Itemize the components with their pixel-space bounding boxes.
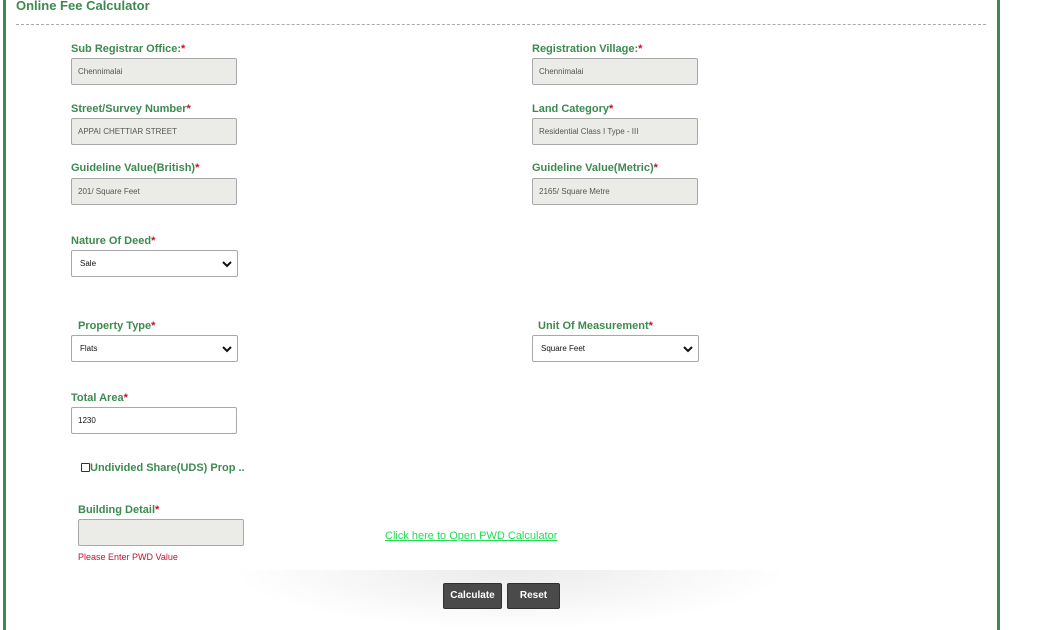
pwd-calculator-link[interactable]: Click here to Open PWD Calculator [385, 530, 557, 542]
title-divider [16, 24, 986, 25]
label-text: Registration Village: [532, 43, 639, 55]
sub-registrar-office-field[interactable]: Chennimalai [71, 58, 237, 85]
uds-checkbox-label[interactable]: Undivided Share(UDS) Prop .. [90, 462, 245, 474]
chevron-down-icon [222, 261, 232, 268]
total-area-label: Total Area* [71, 392, 128, 404]
label-text: Total Area [71, 392, 124, 404]
building-detail-field[interactable] [78, 519, 244, 546]
building-detail-error: Please Enter PWD Value [78, 552, 178, 562]
guideline-metric-field[interactable]: 2165/ Square Metre [532, 178, 698, 205]
required-marker: * [155, 504, 160, 516]
property-type-select[interactable]: Flats [71, 335, 238, 362]
label-text: Guideline Value(British) [71, 162, 196, 174]
street-survey-number-field[interactable]: APPAI CHETTIAR STREET [71, 118, 237, 145]
label-text: Unit Of Measurement [538, 320, 649, 332]
chevron-down-icon [683, 346, 693, 353]
required-marker: * [181, 43, 186, 55]
guideline-british-label: Guideline Value(British)* [71, 162, 199, 174]
sub-registrar-office-label: Sub Registrar Office:* [71, 43, 185, 55]
required-marker: * [151, 235, 156, 247]
reset-button[interactable]: Reset [507, 583, 560, 609]
uds-checkbox[interactable] [81, 463, 90, 472]
unit-of-measurement-label: Unit Of Measurement* [538, 320, 653, 332]
street-survey-number-label: Street/Survey Number* [71, 103, 191, 115]
selected-value: Sale [80, 259, 97, 268]
property-type-label: Property Type* [78, 320, 155, 332]
guideline-metric-label: Guideline Value(Metric)* [532, 162, 658, 174]
nature-of-deed-label: Nature Of Deed* [71, 235, 155, 247]
land-category-label: Land Category* [532, 103, 613, 115]
required-marker: * [609, 103, 614, 115]
label-text: Nature Of Deed [71, 235, 152, 247]
building-detail-label: Building Detail* [78, 504, 159, 516]
registration-village-label: Registration Village:* [532, 43, 642, 55]
selected-value: Square Feet [541, 344, 586, 353]
label-text: Street/Survey Number [71, 103, 187, 115]
unit-of-measurement-select[interactable]: Square Feet [532, 335, 699, 362]
chevron-down-icon [222, 346, 232, 353]
required-marker: * [653, 162, 658, 174]
label-text: Land Category [532, 103, 610, 115]
label-text: Building Detail [78, 504, 155, 516]
required-marker: * [638, 43, 643, 55]
label-text: Sub Registrar Office: [71, 43, 182, 55]
guideline-british-field[interactable]: 201/ Square Feet [71, 178, 237, 205]
land-category-field[interactable]: Residential Class I Type - III [532, 118, 698, 145]
registration-village-field[interactable]: Chennimalai [532, 58, 698, 85]
calculate-button[interactable]: Calculate [443, 583, 502, 609]
nature-of-deed-select[interactable]: Sale [71, 250, 238, 277]
required-marker: * [186, 103, 191, 115]
total-area-input[interactable]: 1230 [71, 407, 237, 434]
label-text: Property Type [78, 320, 152, 332]
required-marker: * [123, 392, 128, 404]
page-title: Online Fee Calculator [16, 0, 150, 13]
label-text: Guideline Value(Metric) [532, 162, 654, 174]
required-marker: * [648, 320, 653, 332]
selected-value: Flats [80, 344, 98, 353]
required-marker: * [151, 320, 156, 332]
required-marker: * [195, 162, 200, 174]
